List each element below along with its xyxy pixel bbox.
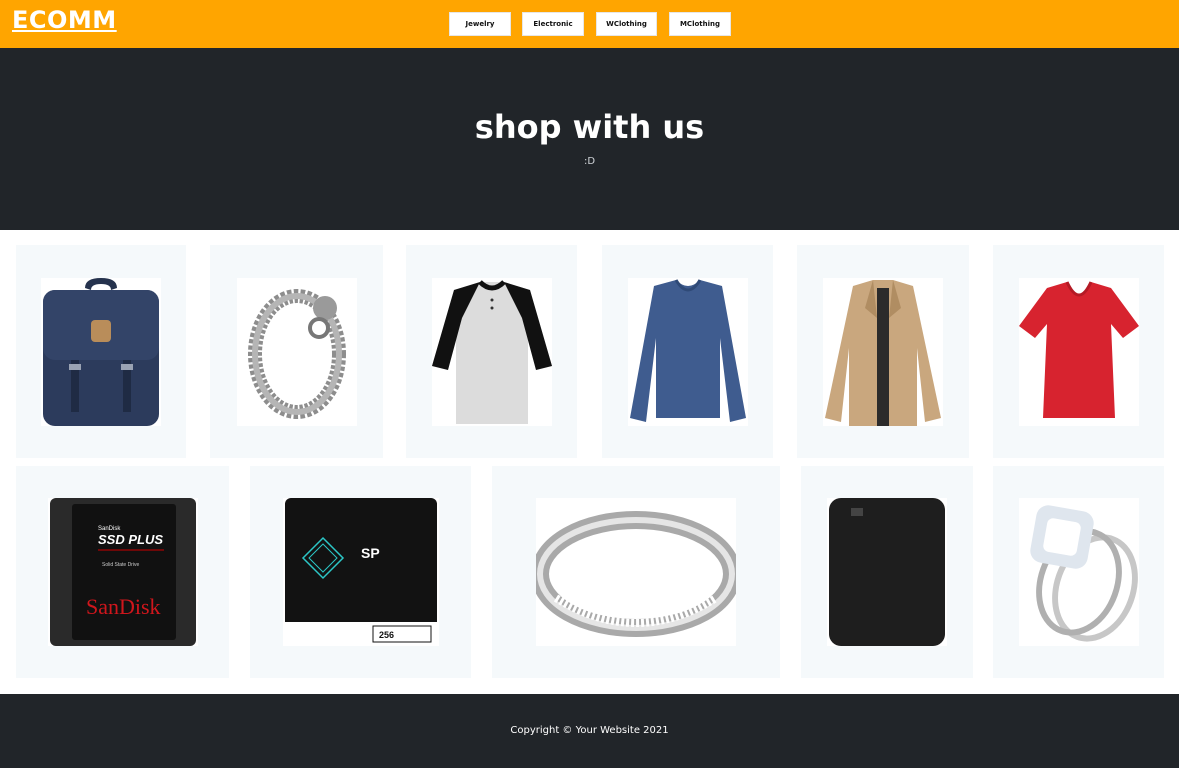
hero-banner: shop with us :D xyxy=(0,48,1179,230)
product-image xyxy=(431,277,552,426)
jacket-icon xyxy=(825,279,941,426)
product-image xyxy=(536,498,736,646)
product-card-diamond-ring[interactable] xyxy=(993,466,1164,678)
product-card-raglan-tshirt[interactable] xyxy=(406,245,577,458)
product-image xyxy=(823,277,943,426)
product-image: SP 256 xyxy=(282,498,439,646)
footer: Copyright © Your Website 2021 xyxy=(0,694,1179,768)
bracelet-icon xyxy=(247,288,346,419)
product-card-longsleeve[interactable] xyxy=(602,245,773,458)
nav-jewelry-button[interactable]: Jewelry xyxy=(449,12,511,36)
diamond-ring-icon xyxy=(1029,505,1138,642)
product-card-backpack[interactable] xyxy=(16,245,186,458)
sp-capacity-text: 256 xyxy=(379,630,394,640)
hero-title: shop with us xyxy=(474,108,705,146)
nav-wclothing-button[interactable]: WClothing xyxy=(596,12,657,36)
nav-mclothing-button[interactable]: MClothing xyxy=(669,12,731,36)
external-hdd-icon xyxy=(829,498,945,646)
longsleeve-shirt-icon xyxy=(629,278,746,422)
product-image xyxy=(827,498,947,646)
product-image xyxy=(1018,277,1139,426)
tshirt-raglan-icon xyxy=(431,279,552,424)
ssd-type-text: Solid State Drive xyxy=(102,562,139,568)
red-tshirt-icon xyxy=(1018,280,1139,418)
navbar: ECOMM Jewelry Electronic WClothing MClot… xyxy=(0,0,1179,48)
product-card-sp-ssd[interactable]: SP 256 xyxy=(250,466,471,678)
product-card-bracelet[interactable] xyxy=(210,245,383,458)
product-image xyxy=(236,277,357,426)
product-card-jacket[interactable] xyxy=(797,245,969,458)
silver-ring-icon xyxy=(536,511,736,637)
backpack-icon xyxy=(43,277,159,426)
ssd-brand-large: SanDisk xyxy=(86,594,161,619)
product-card-external-hdd[interactable] xyxy=(801,466,973,678)
sp-logo-text: SP xyxy=(361,545,380,561)
product-card-sandisk-ssd[interactable]: SanDisk SSD PLUS Solid State Drive SanDi… xyxy=(16,466,229,678)
product-image xyxy=(41,277,161,426)
product-image xyxy=(1018,498,1139,646)
brand-link[interactable]: ECOMM xyxy=(12,6,117,34)
sandisk-ssd-icon: SanDisk SSD PLUS Solid State Drive SanDi… xyxy=(49,498,196,646)
sp-ssd-icon: SP 256 xyxy=(284,498,437,646)
product-image xyxy=(627,277,748,426)
hero-subtitle: :D xyxy=(583,156,596,167)
product-card-red-tshirt[interactable] xyxy=(993,245,1164,458)
footer-copyright: Copyright © Your Website 2021 xyxy=(510,725,669,736)
ssd-model-text: SSD PLUS xyxy=(98,532,163,547)
product-card-silver-ring[interactable] xyxy=(492,466,780,678)
nav-electronic-button[interactable]: Electronic xyxy=(522,12,584,36)
product-image: SanDisk SSD PLUS Solid State Drive SanDi… xyxy=(47,498,198,646)
